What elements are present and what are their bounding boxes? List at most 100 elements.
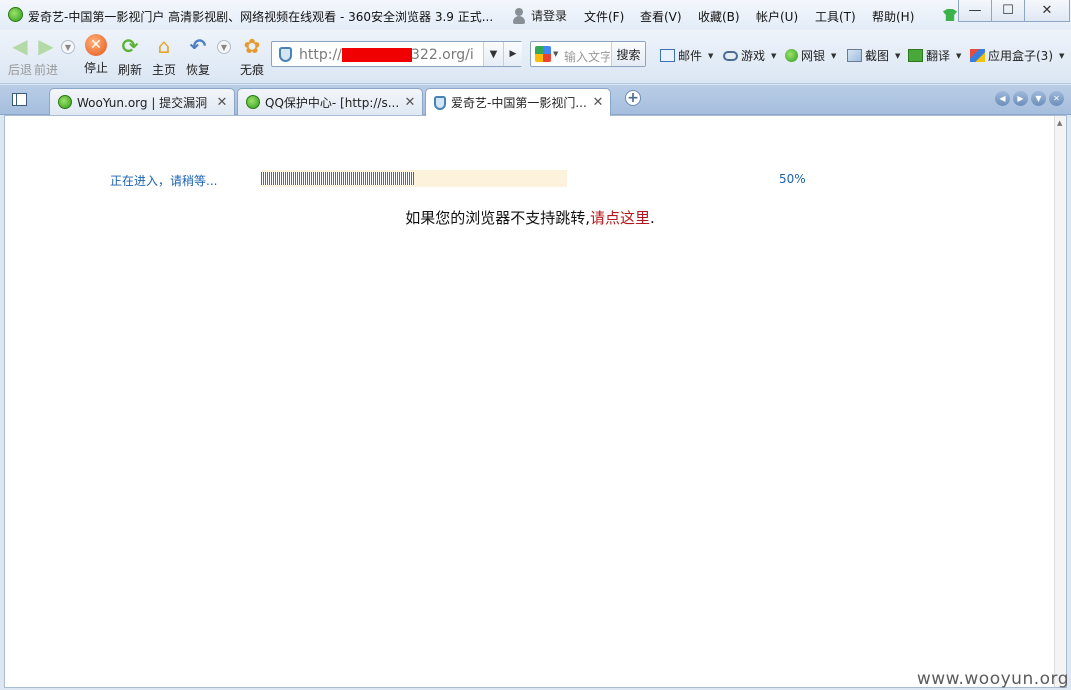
scroll-up-icon[interactable]: ▲ bbox=[1057, 119, 1062, 127]
tab-scroll-left-icon[interactable]: ◀ bbox=[995, 91, 1010, 106]
chevron-down-icon: ▼ bbox=[956, 51, 962, 60]
app-box-label: 应用盒子(3) bbox=[988, 49, 1053, 63]
app-box-icon bbox=[970, 49, 985, 62]
mail-label: 邮件 bbox=[678, 49, 703, 63]
translate-tool[interactable]: 翻译 ▼ bbox=[908, 47, 961, 64]
tab-wooyun[interactable]: WooYun.org | 提交漏洞 ✕ bbox=[49, 88, 235, 115]
game-label: 游戏 bbox=[741, 49, 766, 63]
toolbar: ◀ 后退 ▶ 前进 ▼ ✕ 停止 ⟳ 刷新 ⌂ 主页 ↶ 恢复 ▼ ✿ 无痕 h… bbox=[0, 30, 1071, 84]
search-engine-icon[interactable] bbox=[535, 46, 551, 62]
minimize-button[interactable]: — bbox=[958, 0, 992, 22]
menu-favorites[interactable]: 收藏(B) bbox=[698, 8, 740, 25]
mail-icon bbox=[660, 49, 675, 62]
redirect-notice: 如果您的浏览器不支持跳转,请点这里. bbox=[5, 207, 1055, 228]
restore-button[interactable]: ↶ 恢复 bbox=[186, 34, 210, 78]
ie-favicon-icon bbox=[58, 95, 72, 109]
browser-logo-icon bbox=[8, 7, 23, 22]
menu-view[interactable]: 查看(V) bbox=[640, 8, 682, 25]
menu-help[interactable]: 帮助(H) bbox=[872, 8, 914, 25]
loading-message: 正在进入，请稍等... bbox=[110, 174, 218, 188]
url-suffix: 322.org/i bbox=[411, 47, 474, 63]
translate-icon bbox=[908, 49, 923, 62]
home-label: 主页 bbox=[152, 63, 177, 77]
chevron-down-icon: ▼ bbox=[895, 51, 901, 60]
screenshot-icon bbox=[847, 49, 862, 62]
chevron-down-icon: ▼ bbox=[831, 51, 837, 60]
redirect-period: . bbox=[650, 209, 655, 227]
tab-list-icon[interactable]: ▼ bbox=[1031, 91, 1046, 106]
url-redaction bbox=[342, 48, 412, 62]
progress-bar-fill bbox=[261, 172, 414, 185]
mail-tool[interactable]: 邮件 ▼ bbox=[660, 47, 713, 64]
bank-tool[interactable]: 网银 ▼ bbox=[785, 47, 836, 64]
redirect-text: 如果您的浏览器不支持跳转, bbox=[405, 209, 590, 227]
refresh-icon: ⟳ bbox=[121, 34, 139, 58]
stop-label: 停止 bbox=[84, 61, 109, 75]
close-tab-icon[interactable]: ✕ bbox=[590, 95, 606, 110]
title-bar: 爱奇艺-中国第一影视门户 高清影视剧、网络视频在线观看 - 360安全浏览器 3… bbox=[0, 0, 1071, 30]
chevron-down-icon: ▼ bbox=[1059, 51, 1065, 60]
login-label: 请登录 bbox=[531, 9, 568, 23]
maximize-button[interactable]: ☐ bbox=[991, 0, 1025, 22]
stop-button[interactable]: ✕ 停止 bbox=[84, 34, 108, 76]
address-bar[interactable]: http:// 322.org/i ▼ ▶ bbox=[271, 41, 522, 67]
refresh-label: 刷新 bbox=[118, 63, 143, 77]
search-engine-dropdown-icon[interactable]: ▼ bbox=[553, 50, 558, 58]
back-label: 后退 bbox=[8, 63, 33, 77]
tab-qq-protection[interactable]: QQ保护中心- [http://s... ✕ bbox=[237, 88, 423, 115]
url-prefix: http:// bbox=[299, 47, 342, 63]
restore-label: 恢复 bbox=[186, 63, 211, 77]
close-tab-icon[interactable]: ✕ bbox=[402, 95, 418, 110]
tab-label: QQ保护中心- [http://s... bbox=[265, 95, 400, 110]
close-all-tabs-icon[interactable]: ✕ bbox=[1049, 91, 1064, 106]
skin-icon[interactable] bbox=[943, 9, 957, 21]
bank-label: 网银 bbox=[801, 49, 826, 63]
menu-file[interactable]: 文件(F) bbox=[584, 8, 624, 25]
search-box: ▼ 输入文字 搜索 bbox=[530, 41, 646, 67]
menu-tools[interactable]: 工具(T) bbox=[815, 8, 856, 25]
undo-icon: ↶ bbox=[189, 34, 207, 58]
gamepad-icon bbox=[723, 50, 738, 61]
close-tab-icon[interactable]: ✕ bbox=[214, 95, 230, 110]
url-dropdown-icon[interactable]: ▼ bbox=[483, 42, 503, 66]
redirect-link[interactable]: 请点这里 bbox=[590, 209, 650, 227]
close-window-button[interactable]: ✕ bbox=[1024, 0, 1070, 22]
page-viewport: 正在进入，请稍等... 50% 如果您的浏览器不支持跳转,请点这里. ▲ bbox=[4, 115, 1067, 688]
back-button[interactable]: ◀ 后退 bbox=[8, 34, 32, 78]
paw-icon: ✿ bbox=[243, 34, 261, 58]
refresh-button[interactable]: ⟳ 刷新 bbox=[118, 34, 142, 78]
home-button[interactable]: ⌂ 主页 bbox=[152, 34, 176, 78]
progress-percent: 50% bbox=[779, 172, 806, 186]
incognito-button[interactable]: ✿ 无痕 bbox=[240, 34, 264, 78]
home-icon: ⌂ bbox=[157, 34, 171, 58]
ie-favicon-icon bbox=[246, 95, 260, 109]
game-tool[interactable]: 游戏 ▼ bbox=[723, 47, 776, 64]
security-shield-icon bbox=[279, 47, 292, 62]
history-dropdown-icon[interactable]: ▼ bbox=[61, 40, 75, 54]
forward-arrow-icon: ▶ bbox=[38, 34, 54, 58]
restore-dropdown-icon[interactable]: ▼ bbox=[217, 40, 231, 54]
search-button[interactable]: 搜索 bbox=[611, 42, 645, 66]
app-box-tool[interactable]: 应用盒子(3) ▼ bbox=[970, 47, 1064, 64]
new-tab-icon[interactable]: + bbox=[625, 90, 641, 106]
tab-label: 爱奇艺-中国第一影视门... bbox=[451, 96, 587, 110]
vertical-scrollbar[interactable]: ▲ bbox=[1054, 116, 1066, 687]
progress-bar bbox=[261, 170, 567, 187]
sidebar-toggle-icon[interactable] bbox=[12, 93, 27, 106]
tab-label: WooYun.org | 提交漏洞 bbox=[77, 95, 208, 110]
bank-icon bbox=[785, 49, 798, 62]
forward-button[interactable]: ▶ 前进 bbox=[34, 34, 58, 78]
watermark: www.wooyun.org bbox=[916, 669, 1069, 689]
screenshot-tool[interactable]: 截图 ▼ bbox=[847, 47, 900, 64]
tab-scroll-right-icon[interactable]: ▶ bbox=[1013, 91, 1028, 106]
back-arrow-icon: ◀ bbox=[12, 34, 28, 58]
stop-icon: ✕ bbox=[85, 34, 107, 56]
screenshot-label: 截图 bbox=[865, 49, 890, 63]
menu-account[interactable]: 帐户(U) bbox=[756, 8, 798, 25]
go-arrow-icon[interactable]: ▶ bbox=[503, 42, 522, 66]
search-input[interactable]: 输入文字 bbox=[564, 48, 610, 65]
forward-label: 前进 bbox=[34, 63, 59, 77]
login-button[interactable]: 请登录 bbox=[512, 7, 567, 24]
tab-iqiyi[interactable]: 爱奇艺-中国第一影视门... ✕ bbox=[425, 88, 611, 116]
translate-label: 翻译 bbox=[926, 49, 951, 63]
